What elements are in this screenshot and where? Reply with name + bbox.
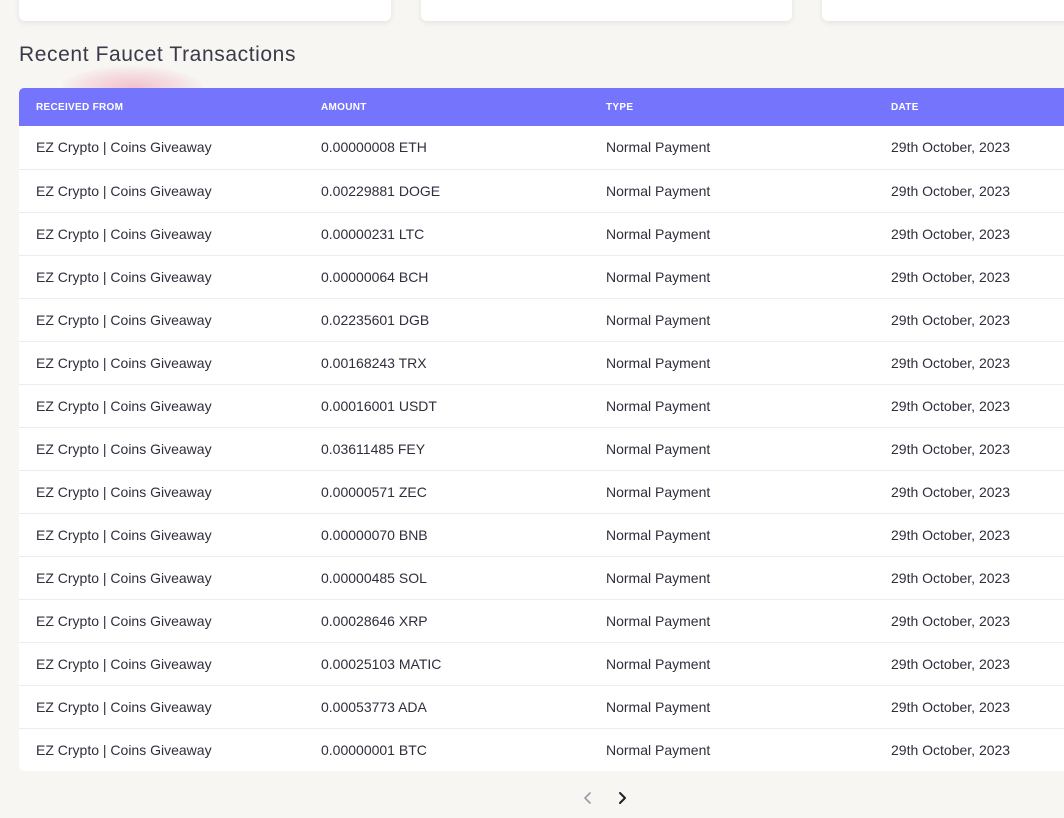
cell-date: 29th October, 2023 xyxy=(891,225,1011,242)
cell-amount: 0.03611485 FEY xyxy=(321,440,426,457)
table-row: EZ Crypto | Coins Giveaway 0.00000008 ETH… xyxy=(19,126,1064,169)
cell-type: Normal Payment xyxy=(606,440,711,457)
cell-amount: 0.00000231 LTC xyxy=(321,225,425,242)
cell-date: 29th October, 2023 xyxy=(891,139,1011,156)
table-header-row: RECEIVED FROM AMOUNT TYPE DATE xyxy=(19,88,1064,126)
table-body: EZ Crypto | Coins Giveaway 0.00000008 ETH… xyxy=(19,126,1064,771)
transactions-table: RECEIVED FROM AMOUNT TYPE DATE EZ Crypto… xyxy=(19,88,1064,771)
cell-amount: 0.00168243 TRX xyxy=(321,354,427,371)
cell-received-from: EZ Crypto | Coins Giveaway xyxy=(36,225,212,242)
next-page-button[interactable] xyxy=(612,786,632,810)
cell-date: 29th October, 2023 xyxy=(891,655,1011,672)
cell-amount: 0.00025103 MATIC xyxy=(321,655,442,672)
cell-type: Normal Payment xyxy=(606,741,711,758)
cell-date: 29th October, 2023 xyxy=(891,311,1011,328)
table-row: EZ Crypto | Coins Giveaway 0.00025103 MAT… xyxy=(19,642,1064,685)
cell-type: Normal Payment xyxy=(606,569,711,586)
cell-received-from: EZ Crypto | Coins Giveaway xyxy=(36,655,212,672)
cell-type: Normal Payment xyxy=(606,483,711,500)
cell-type: Normal Payment xyxy=(606,354,711,371)
cell-date: 29th October, 2023 xyxy=(891,440,1011,457)
table-row: EZ Crypto | Coins Giveaway 0.00000485 SOL… xyxy=(19,556,1064,599)
cell-received-from: EZ Crypto | Coins Giveaway xyxy=(36,397,212,414)
stat-card xyxy=(421,0,792,21)
table-row: EZ Crypto | Coins Giveaway 0.00168243 TRX… xyxy=(19,341,1064,384)
prev-page-button[interactable] xyxy=(578,786,598,810)
cell-received-from: EZ Crypto | Coins Giveaway xyxy=(36,483,212,500)
cell-received-from: EZ Crypto | Coins Giveaway xyxy=(36,311,212,328)
table-row: EZ Crypto | Coins Giveaway 0.00000070 BNB… xyxy=(19,513,1064,556)
table-row: EZ Crypto | Coins Giveaway 0.03611485 FEY… xyxy=(19,427,1064,470)
stat-card xyxy=(822,0,1064,21)
cell-amount: 0.00000064 BCH xyxy=(321,268,429,285)
cell-type: Normal Payment xyxy=(606,139,711,156)
cell-amount: 0.00000008 ETH xyxy=(321,139,427,156)
table-row: EZ Crypto | Coins Giveaway 0.02235601 DGB… xyxy=(19,298,1064,341)
cell-date: 29th October, 2023 xyxy=(891,612,1011,629)
cell-amount: 0.00000485 SOL xyxy=(321,569,427,586)
table-row: EZ Crypto | Coins Giveaway 0.00016001 USD… xyxy=(19,384,1064,427)
cell-type: Normal Payment xyxy=(606,698,711,715)
transactions-table-container: RECEIVED FROM AMOUNT TYPE DATE EZ Crypto… xyxy=(19,88,1064,771)
cell-type: Normal Payment xyxy=(606,225,711,242)
cell-amount: 0.02235601 DGB xyxy=(321,311,430,328)
cell-type: Normal Payment xyxy=(606,612,711,629)
cell-date: 29th October, 2023 xyxy=(891,397,1011,414)
table-row: EZ Crypto | Coins Giveaway 0.00000571 ZEC… xyxy=(19,470,1064,513)
table-header: RECEIVED FROM AMOUNT TYPE DATE xyxy=(19,88,1064,126)
cell-received-from: EZ Crypto | Coins Giveaway xyxy=(36,741,212,758)
cell-date: 29th October, 2023 xyxy=(891,698,1011,715)
cell-date: 29th October, 2023 xyxy=(891,182,1011,199)
table-row: EZ Crypto | Coins Giveaway 0.00000231 LTC… xyxy=(19,212,1064,255)
top-cards-row xyxy=(0,0,1064,22)
cell-date: 29th October, 2023 xyxy=(891,741,1011,758)
cell-date: 29th October, 2023 xyxy=(891,354,1011,371)
cell-date: 29th October, 2023 xyxy=(891,483,1011,500)
cell-type: Normal Payment xyxy=(606,311,711,328)
cell-type: Normal Payment xyxy=(606,526,711,543)
chevron-right-icon xyxy=(619,792,626,804)
cell-date: 29th October, 2023 xyxy=(891,268,1011,285)
cell-type: Normal Payment xyxy=(606,397,711,414)
cell-amount: 0.00000571 ZEC xyxy=(321,483,427,500)
cell-received-from: EZ Crypto | Coins Giveaway xyxy=(36,354,212,371)
chevron-left-icon xyxy=(584,792,591,804)
cell-received-from: EZ Crypto | Coins Giveaway xyxy=(36,526,212,543)
cell-amount: 0.00000070 BNB xyxy=(321,526,428,543)
table-row: EZ Crypto | Coins Giveaway 0.00000064 BCH… xyxy=(19,255,1064,298)
cell-received-from: EZ Crypto | Coins Giveaway xyxy=(36,139,212,156)
cell-type: Normal Payment xyxy=(606,268,711,285)
cell-received-from: EZ Crypto | Coins Giveaway xyxy=(36,698,212,715)
section-title: Recent Faucet Transactions xyxy=(19,43,297,66)
cell-received-from: EZ Crypto | Coins Giveaway xyxy=(36,569,212,586)
cell-received-from: EZ Crypto | Coins Giveaway xyxy=(36,182,212,199)
cell-amount: 0.00028646 XRP xyxy=(321,612,428,629)
column-header-amount[interactable]: AMOUNT xyxy=(304,88,589,126)
cell-date: 29th October, 2023 xyxy=(891,526,1011,543)
column-header-type[interactable]: TYPE xyxy=(589,88,874,126)
cell-received-from: EZ Crypto | Coins Giveaway xyxy=(36,440,212,457)
column-header-received-from[interactable]: RECEIVED FROM xyxy=(19,88,304,126)
stat-card xyxy=(19,0,391,21)
cell-amount: 0.00016001 USDT xyxy=(321,397,437,414)
table-row: EZ Crypto | Coins Giveaway 0.00028646 XRP… xyxy=(19,599,1064,642)
cell-received-from: EZ Crypto | Coins Giveaway xyxy=(36,612,212,629)
cell-amount: 0.00000001 BTC xyxy=(321,741,427,758)
table-row: EZ Crypto | Coins Giveaway 0.00053773 ADA… xyxy=(19,685,1064,728)
table-row: EZ Crypto | Coins Giveaway 0.00229881 DOG… xyxy=(19,169,1064,212)
cell-amount: 0.00053773 ADA xyxy=(321,698,427,715)
column-header-date[interactable]: DATE xyxy=(874,88,1064,126)
table-row: EZ Crypto | Coins Giveaway 0.00000001 BTC… xyxy=(19,728,1064,771)
pagination xyxy=(578,786,632,810)
cell-received-from: EZ Crypto | Coins Giveaway xyxy=(36,268,212,285)
cell-date: 29th October, 2023 xyxy=(891,569,1011,586)
cell-amount: 0.00229881 DOGE xyxy=(321,182,441,199)
cell-type: Normal Payment xyxy=(606,182,711,199)
cell-type: Normal Payment xyxy=(606,655,711,672)
